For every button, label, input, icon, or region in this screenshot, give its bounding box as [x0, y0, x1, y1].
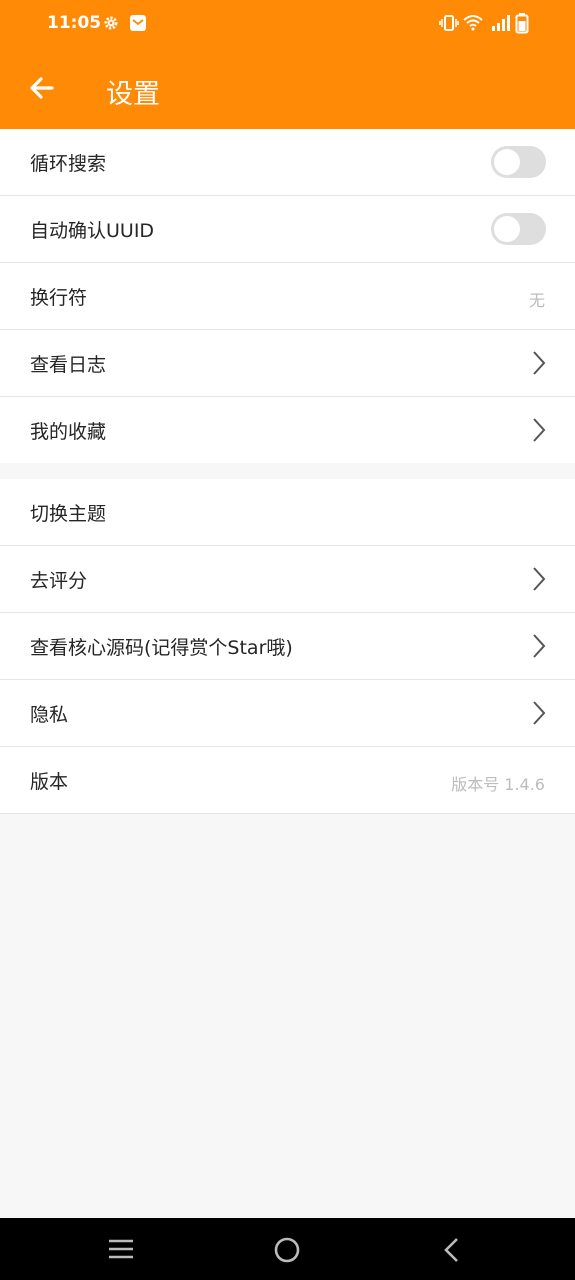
chevron-right-icon [533, 351, 546, 375]
loop-search-toggle[interactable] [491, 146, 546, 178]
settings-group-general: 循环搜索 自动确认UUID 换行符 无 查看日志 我的收藏 [0, 129, 575, 463]
menu-icon[interactable] [107, 1238, 135, 1260]
home-icon[interactable] [273, 1236, 301, 1264]
status-time: 11:05 [47, 13, 102, 33]
setting-label: 隐私 [30, 704, 69, 726]
setting-rate[interactable]: 去评分 [0, 546, 575, 613]
chevron-right-icon [533, 567, 546, 591]
wifi-icon [463, 15, 483, 31]
vibrate-icon [439, 15, 459, 31]
status-bar: 11:05 [0, 0, 575, 48]
setting-label: 我的收藏 [30, 421, 107, 443]
line-break-value: 无 [528, 291, 545, 310]
setting-label: 去评分 [30, 570, 88, 592]
chevron-right-icon [533, 634, 546, 658]
setting-label: 自动确认UUID [30, 220, 155, 242]
setting-view-log[interactable]: 查看日志 [0, 330, 575, 397]
chevron-right-icon [533, 418, 546, 442]
mail-icon [130, 15, 146, 31]
setting-privacy[interactable]: 隐私 [0, 680, 575, 747]
back-arrow-icon[interactable] [24, 70, 60, 106]
app-bar: 设置 [0, 48, 575, 129]
settings-group-about: 切换主题 去评分 查看核心源码(记得赏个Star哦) 隐私 版本 版本号 1.4… [0, 479, 575, 814]
setting-label: 换行符 [30, 287, 88, 309]
setting-label: 版本 [30, 771, 69, 793]
version-value: 版本号 1.4.6 [451, 775, 545, 794]
setting-version: 版本 版本号 1.4.6 [0, 747, 575, 814]
setting-label: 查看日志 [30, 354, 107, 376]
page-title: 设置 [106, 79, 160, 110]
setting-label: 循环搜索 [30, 153, 107, 175]
chevron-right-icon [533, 701, 546, 725]
setting-my-favorites[interactable]: 我的收藏 [0, 397, 575, 463]
setting-auto-confirm-uuid[interactable]: 自动确认UUID [0, 196, 575, 263]
gear-icon [104, 16, 118, 30]
auto-confirm-uuid-toggle[interactable] [491, 213, 546, 245]
signal-icon [492, 15, 510, 31]
setting-label: 切换主题 [30, 503, 107, 525]
setting-switch-theme[interactable]: 切换主题 [0, 479, 575, 546]
battery-icon [515, 13, 529, 34]
toggle-knob [494, 149, 520, 175]
setting-label: 查看核心源码(记得赏个Star哦) [30, 637, 293, 659]
setting-line-break[interactable]: 换行符 无 [0, 263, 575, 330]
setting-view-source[interactable]: 查看核心源码(记得赏个Star哦) [0, 613, 575, 680]
system-nav-bar [0, 1218, 575, 1280]
back-nav-icon[interactable] [441, 1236, 463, 1264]
toggle-knob [494, 216, 520, 242]
setting-loop-search[interactable]: 循环搜索 [0, 129, 575, 196]
